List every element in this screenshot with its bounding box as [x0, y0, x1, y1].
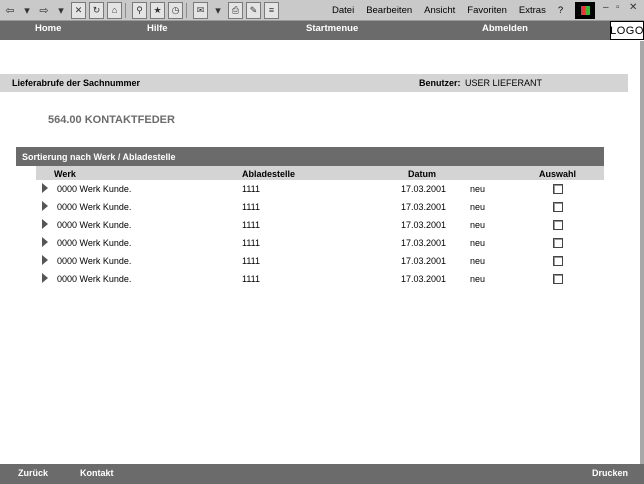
home-icon[interactable]: ⌂ — [107, 1, 122, 19]
table-row: 0000 Werk Kunde. 1111 17.03.2001 neu — [36, 252, 604, 270]
back-arrow-icon[interactable]: ⇦ — [3, 2, 17, 19]
cell-datum: 17.03.2001 — [401, 220, 447, 230]
close-icon[interactable]: ✕ — [629, 2, 637, 18]
maximize-icon[interactable]: ▫ — [616, 2, 620, 18]
print-link[interactable]: Drucken — [592, 468, 628, 478]
section-header: Sortierung nach Werk / Abladestelle — [16, 147, 604, 166]
mail-icon[interactable]: ✉ — [193, 1, 208, 19]
menu-bearbeiten[interactable]: Bearbeiten — [366, 5, 412, 16]
back-dropdown-icon[interactable]: ▾ — [20, 2, 34, 19]
select-checkbox[interactable] — [553, 256, 563, 266]
scrollbar-strip — [640, 41, 644, 464]
cell-datum: 17.03.2001 — [401, 274, 447, 284]
column-werk: Werk — [54, 169, 76, 179]
history-icon[interactable]: ◷ — [168, 1, 183, 19]
windows-logo-icon — [575, 2, 595, 19]
cell-abladestelle: 1111 — [242, 274, 261, 284]
cell-status: neu — [470, 220, 486, 230]
cell-abladestelle: 1111 — [242, 202, 261, 212]
contact-link[interactable]: Kontakt — [80, 468, 114, 478]
favorites-icon[interactable]: ★ — [150, 1, 165, 19]
cell-werk: 0000 Werk Kunde. — [57, 274, 132, 284]
select-checkbox[interactable] — [553, 202, 563, 212]
footer-bar: Zurück Kontakt Drucken — [0, 464, 644, 484]
edit-icon[interactable]: ✎ — [246, 1, 261, 19]
cell-abladestelle: 1111 — [242, 256, 261, 266]
table-row: 0000 Werk Kunde. 1111 17.03.2001 neu — [36, 270, 604, 288]
cell-status: neu — [470, 184, 486, 194]
search-icon[interactable]: ⚲ — [132, 1, 147, 19]
cell-werk: 0000 Werk Kunde. — [57, 238, 132, 248]
cell-werk: 0000 Werk Kunde. — [57, 202, 132, 212]
cell-werk: 0000 Werk Kunde. — [57, 220, 132, 230]
browser-menu: Datei Bearbeiten Ansicht Favoriten Extra… — [332, 0, 575, 21]
select-checkbox[interactable] — [553, 238, 563, 248]
nav-help[interactable]: Hilfe — [147, 23, 168, 34]
cell-datum: 17.03.2001 — [401, 238, 447, 248]
cell-werk: 0000 Werk Kunde. — [57, 256, 132, 266]
nav-home[interactable]: Home — [35, 23, 61, 34]
back-link[interactable]: Zurück — [18, 468, 48, 478]
section-title: Sortierung nach Werk / Abladestelle — [22, 152, 176, 162]
row-arrow-icon[interactable] — [42, 183, 48, 193]
select-checkbox[interactable] — [553, 184, 563, 194]
cell-datum: 17.03.2001 — [401, 184, 447, 194]
row-arrow-icon[interactable] — [42, 255, 48, 265]
menu-datei[interactable]: Datei — [332, 5, 354, 16]
menu-ansicht[interactable]: Ansicht — [424, 5, 455, 16]
nav-start-menu[interactable]: Startmenue — [306, 23, 358, 34]
cell-status: neu — [470, 202, 486, 212]
user-label: Benutzer: — [419, 78, 461, 88]
stop-icon[interactable]: ✕ — [71, 1, 86, 19]
mail-dropdown-icon[interactable]: ▾ — [211, 2, 225, 19]
cell-status: neu — [470, 256, 486, 266]
forward-dropdown-icon[interactable]: ▾ — [54, 2, 68, 19]
cell-abladestelle: 1111 — [242, 238, 261, 248]
discuss-icon[interactable]: ≡ — [264, 1, 279, 19]
forward-arrow-icon[interactable]: ⇨ — [37, 2, 51, 19]
table-row: 0000 Werk Kunde. 1111 17.03.2001 neu — [36, 198, 604, 216]
cell-status: neu — [470, 238, 486, 248]
table-row: 0000 Werk Kunde. 1111 17.03.2001 neu — [36, 234, 604, 252]
cell-status: neu — [470, 274, 486, 284]
nav-logout[interactable]: Abmelden — [482, 23, 528, 34]
toolbar-separator — [186, 2, 187, 18]
column-auswahl: Auswahl — [539, 169, 577, 179]
page-title: Lieferabrufe der Sachnummer — [12, 78, 141, 88]
main-nav: Home Hilfe Startmenue Abmelden — [0, 21, 610, 40]
row-arrow-icon[interactable] — [42, 237, 48, 247]
menu-favoriten[interactable]: Favoriten — [467, 5, 507, 16]
cell-werk: 0000 Werk Kunde. — [57, 184, 132, 194]
logo: LOGO — [610, 21, 644, 40]
select-checkbox[interactable] — [553, 220, 563, 230]
menu-help[interactable]: ? — [558, 5, 563, 16]
cell-datum: 17.03.2001 — [401, 256, 447, 266]
cell-abladestelle: 1111 — [242, 184, 261, 194]
refresh-icon[interactable]: ↻ — [89, 1, 104, 19]
menu-extras[interactable]: Extras — [519, 5, 546, 16]
part-title: 564.00 KONTAKTFEDER — [48, 114, 175, 126]
table-row: 0000 Werk Kunde. 1111 17.03.2001 neu — [36, 180, 604, 198]
user-value: USER LIEFERANT — [465, 78, 543, 88]
print-icon[interactable]: ⎙ — [228, 1, 243, 19]
toolbar-separator — [125, 2, 126, 18]
column-abladestelle: Abladestelle — [242, 169, 296, 179]
column-datum: Datum — [408, 169, 437, 179]
row-arrow-icon[interactable] — [42, 273, 48, 283]
row-arrow-icon[interactable] — [42, 201, 48, 211]
table-row: 0000 Werk Kunde. 1111 17.03.2001 neu — [36, 216, 604, 234]
minimize-icon[interactable]: – — [603, 2, 609, 18]
row-arrow-icon[interactable] — [42, 219, 48, 229]
cell-abladestelle: 1111 — [242, 220, 261, 230]
page-header: Lieferabrufe der Sachnummer Benutzer: US… — [0, 74, 628, 92]
table-header: Werk Abladestelle Datum Auswahl — [36, 166, 604, 180]
select-checkbox[interactable] — [553, 274, 563, 284]
cell-datum: 17.03.2001 — [401, 202, 447, 212]
